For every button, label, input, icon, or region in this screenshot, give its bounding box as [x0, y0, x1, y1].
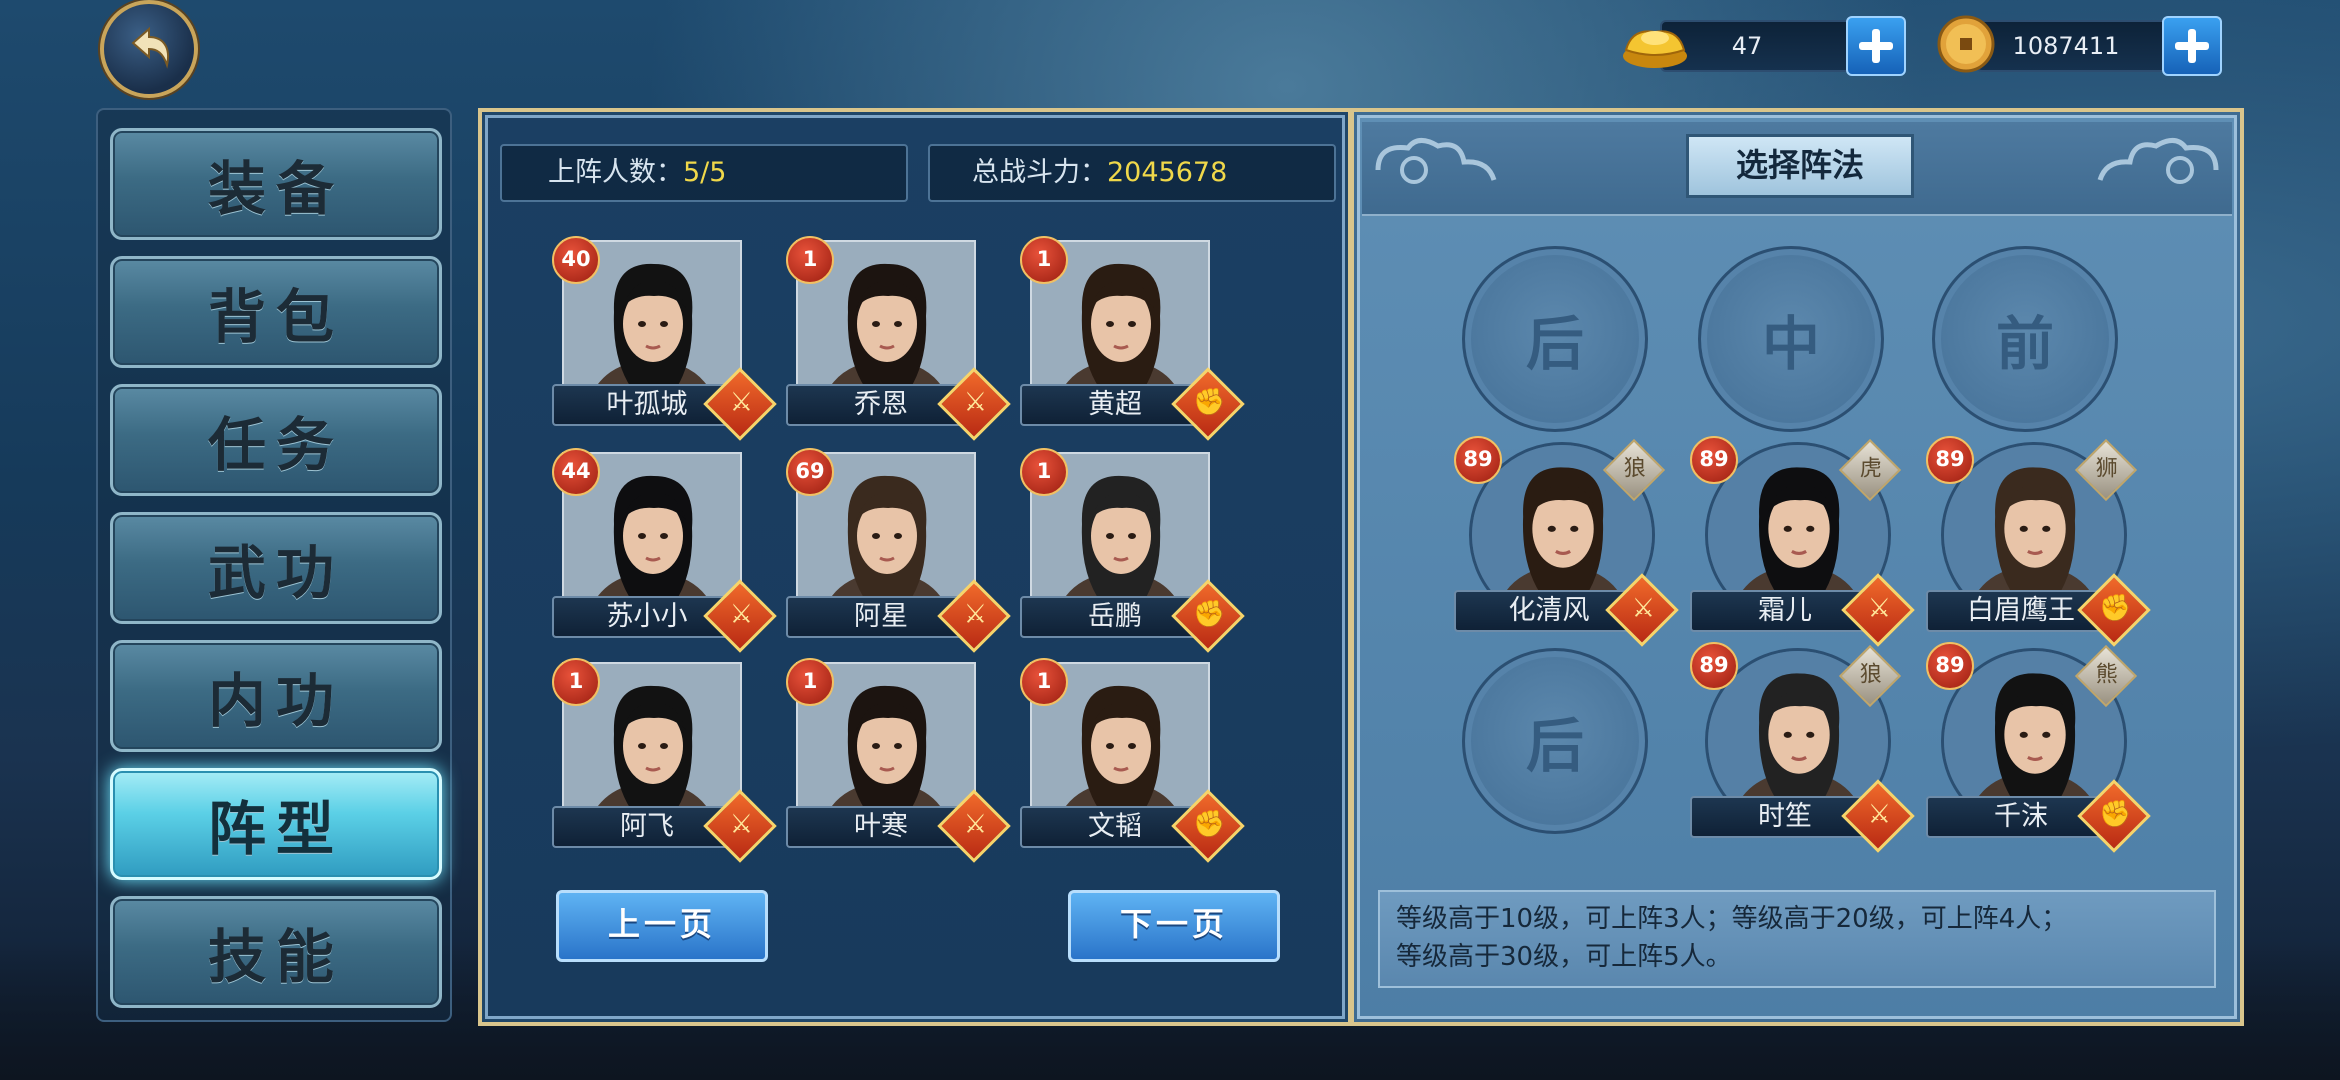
- formation-rules-text: 等级高于10级，可上阵3人；等级高于20级，可上阵4人； 等级高于30级，可上阵…: [1378, 890, 2216, 988]
- menu-inner-power[interactable]: 内功: [110, 640, 442, 752]
- menu-backpack[interactable]: 背包: [110, 256, 442, 368]
- menu-skills[interactable]: 技能: [110, 896, 442, 1008]
- menu-martial-arts[interactable]: 武功: [110, 512, 442, 624]
- slot-back-row[interactable]: 后: [1462, 246, 1648, 432]
- roster-hero-card[interactable]: 1 乔恩 ⚔: [786, 236, 1011, 450]
- hero-level-badge: 1: [786, 236, 834, 284]
- roster-hero-card[interactable]: 69 阿星 ⚔: [786, 448, 1011, 662]
- back-arrow-icon: [131, 26, 169, 69]
- formation-hero[interactable]: 89 霜儿 ⚔ 虎: [1690, 436, 1915, 647]
- hero-level-badge: 1: [1020, 236, 1068, 284]
- side-menu: 装备 背包 任务 武功 内功 阵型 技能: [96, 108, 452, 1022]
- cloud-ornament-icon: [2097, 138, 2219, 184]
- hero-level-badge: 1: [786, 658, 834, 706]
- hero-level-badge: 1: [1020, 658, 1068, 706]
- hero-level-badge: 1: [1020, 448, 1068, 496]
- hero-level-badge: 89: [1926, 436, 1974, 484]
- formation-hero[interactable]: 89 时笙 ⚔ 狼: [1690, 642, 1915, 853]
- team-count-value: 5/5: [683, 157, 727, 188]
- hero-level-badge: 40: [552, 236, 600, 284]
- formation-hero[interactable]: 89 千沫 ✊ 熊: [1926, 642, 2151, 853]
- slot-middle-row[interactable]: 中: [1698, 246, 1884, 432]
- back-button[interactable]: [100, 0, 198, 98]
- coin-icon: [1937, 15, 1995, 73]
- roster-hero-card[interactable]: 44 苏小小 ⚔: [552, 448, 777, 662]
- menu-quests[interactable]: 任务: [110, 384, 442, 496]
- gold-ingot-icon: [1623, 30, 1687, 68]
- roster-hero-card[interactable]: 1 阿飞 ⚔: [552, 658, 777, 872]
- roster-hero-card[interactable]: 1 叶寒 ⚔: [786, 658, 1011, 872]
- next-page-button[interactable]: 下一页: [1068, 890, 1280, 962]
- hero-level-badge: 89: [1454, 436, 1502, 484]
- total-power-label: 总战斗力：: [972, 157, 1107, 188]
- hero-level-badge: 1: [552, 658, 600, 706]
- hero-level-badge: 44: [552, 448, 600, 496]
- prev-page-button[interactable]: 上一页: [556, 890, 768, 962]
- slot-front-row[interactable]: 前: [1932, 246, 2118, 432]
- team-count: 上阵人数：5/5: [500, 144, 908, 202]
- cloud-ornament-icon: [1375, 138, 1497, 184]
- add-gold-button[interactable]: [1846, 16, 1906, 76]
- coin-currency: 1087411: [1936, 14, 2276, 76]
- hero-level-badge: 89: [1926, 642, 1974, 690]
- rules-line-2: 等级高于30级，可上阵5人。: [1396, 942, 1732, 972]
- team-count-label: 上阵人数：: [548, 157, 683, 188]
- slot-back-row-2[interactable]: 后: [1462, 648, 1648, 834]
- menu-equipment[interactable]: 装备: [110, 128, 442, 240]
- roster-panel: 上阵人数：5/5 总战斗力：2045678 40 叶孤城 ⚔ 1 乔恩 ⚔ 1 黄超 ✊ 44 苏小…: [478, 108, 1352, 1026]
- rules-line-1: 等级高于10级，可上阵3人；等级高于20级，可上阵4人；: [1396, 904, 2068, 934]
- add-coin-button[interactable]: [2162, 16, 2222, 76]
- roster-hero-card[interactable]: 1 岳鹏 ✊: [1020, 448, 1245, 662]
- formation-hero[interactable]: 89 化清风 ⚔ 狼: [1454, 436, 1679, 647]
- formation-hero[interactable]: 89 白眉鹰王 ✊ 狮: [1926, 436, 2151, 647]
- hero-level-badge: 89: [1690, 642, 1738, 690]
- roster-hero-card[interactable]: 1 黄超 ✊: [1020, 236, 1245, 450]
- gold-currency: 47: [1620, 14, 1950, 76]
- formation-panel: 选择阵法 后 中 前 后 89 化清风 ⚔ 狼 89 霜儿 ⚔ 虎 89 白眉鹰王 ✊ 狮 89 时笙 ⚔ 狼…: [1350, 108, 2244, 1026]
- hero-level-badge: 69: [786, 448, 834, 496]
- total-power-value: 2045678: [1107, 157, 1228, 188]
- roster-hero-card[interactable]: 40 叶孤城 ⚔: [552, 236, 777, 450]
- roster-hero-card[interactable]: 1 文韬 ✊: [1020, 658, 1245, 872]
- select-formation-button[interactable]: 选择阵法: [1686, 134, 1914, 198]
- menu-formation[interactable]: 阵型: [110, 768, 442, 880]
- hero-level-badge: 89: [1690, 436, 1738, 484]
- total-power: 总战斗力：2045678: [928, 144, 1336, 202]
